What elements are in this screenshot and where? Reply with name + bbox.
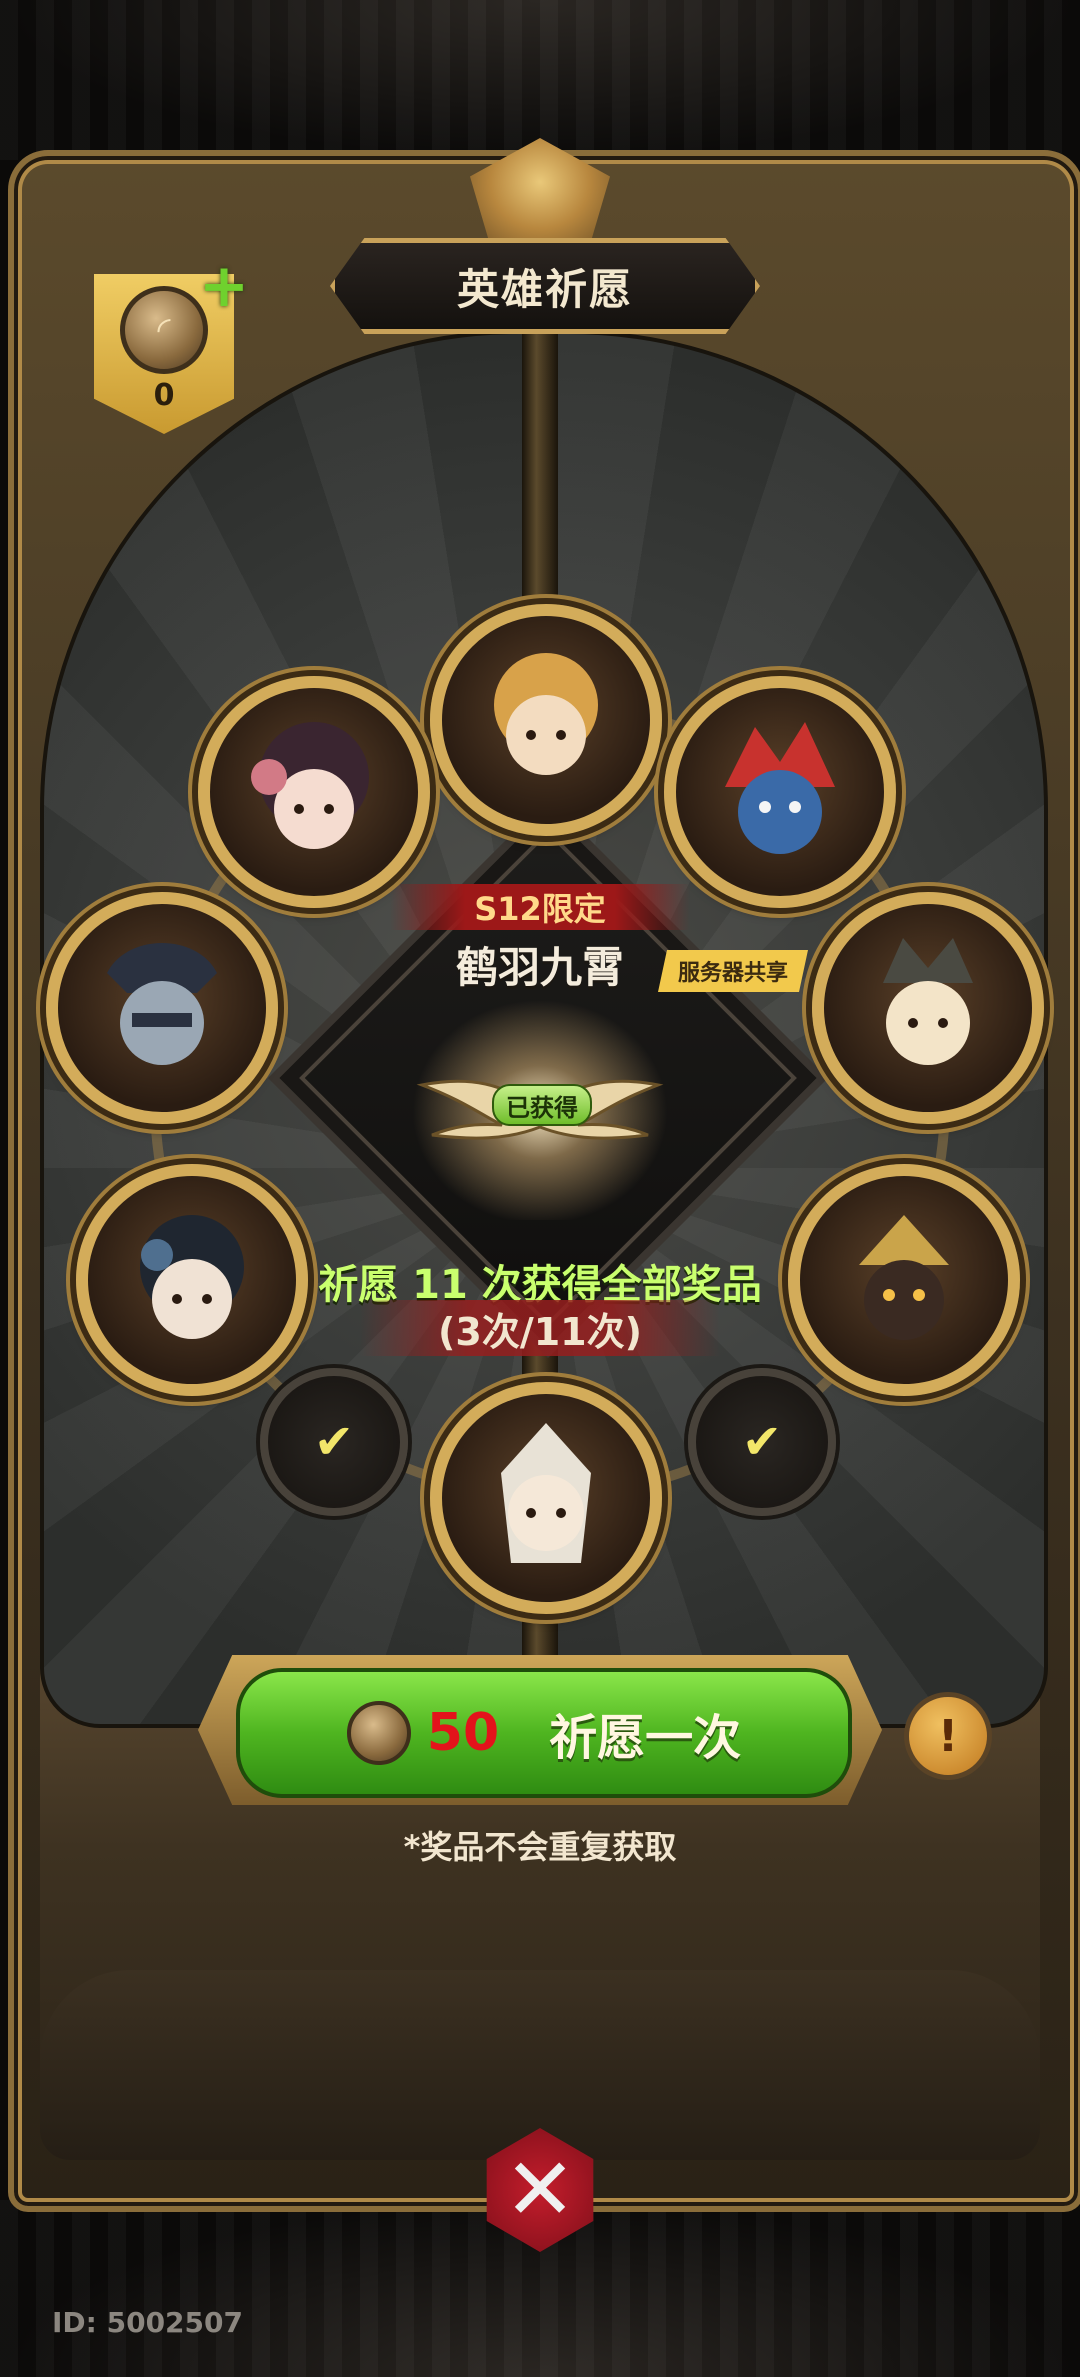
hero-face-icon <box>107 943 217 1065</box>
page-title: 英雄祈愿 <box>456 264 633 314</box>
wish-progress-banner: (3次/11次) <box>360 1300 720 1356</box>
hero-face-icon <box>883 938 973 1065</box>
hero-face-icon <box>859 1215 949 1340</box>
claimed-reward-right[interactable]: ✔ <box>688 1368 836 1516</box>
wish-button-label: 祈愿一次 <box>549 1710 742 1766</box>
hero-face-icon <box>494 653 598 775</box>
wish-cost: 50 <box>426 1703 500 1763</box>
add-currency-icon[interactable]: + <box>198 256 250 316</box>
hero-portrait-upper-right[interactable] <box>664 676 896 908</box>
season-tag: S12限定 <box>474 890 606 928</box>
title-plate: 英雄祈愿 <box>330 238 760 334</box>
hero-face-icon <box>725 722 835 854</box>
wish-token-icon <box>346 1701 411 1765</box>
info-button[interactable]: ! <box>904 1692 992 1780</box>
hero-portrait-upper-left[interactable] <box>198 676 430 908</box>
user-id: ID: 5002507 <box>52 2306 243 2339</box>
hero-face-icon <box>501 1423 591 1563</box>
wish-token-icon: ◜ <box>120 286 208 374</box>
close-icon: ✕ <box>503 2140 577 2240</box>
hero-portrait-bottom[interactable] <box>430 1382 662 1614</box>
obtained-badge: 已获得 <box>492 1084 592 1126</box>
no-duplicate-note: *奖品不会重复获取 <box>403 1828 677 1866</box>
check-icon: ✔ <box>741 1414 783 1470</box>
hero-face-icon <box>251 722 369 849</box>
top-band <box>0 0 1080 160</box>
check-icon: ✔ <box>313 1414 355 1470</box>
hero-portrait-left[interactable] <box>46 892 278 1124</box>
hero-portrait-top[interactable] <box>430 604 662 836</box>
hero-face-icon <box>140 1215 244 1339</box>
currency-count: 0 <box>153 378 175 413</box>
hero-portrait-lower-left[interactable] <box>76 1164 308 1396</box>
hero-portrait-right[interactable] <box>812 892 1044 1124</box>
wish-progress-text: (3次/11次) <box>438 1309 642 1354</box>
wish-once-button[interactable]: 50 祈愿一次 <box>236 1668 852 1798</box>
season-banner: S12限定 <box>390 884 690 930</box>
server-share-tag: 服务器共享 <box>658 950 808 992</box>
claimed-reward-left[interactable]: ✔ <box>260 1368 408 1516</box>
hero-portrait-lower-right[interactable] <box>788 1164 1020 1396</box>
